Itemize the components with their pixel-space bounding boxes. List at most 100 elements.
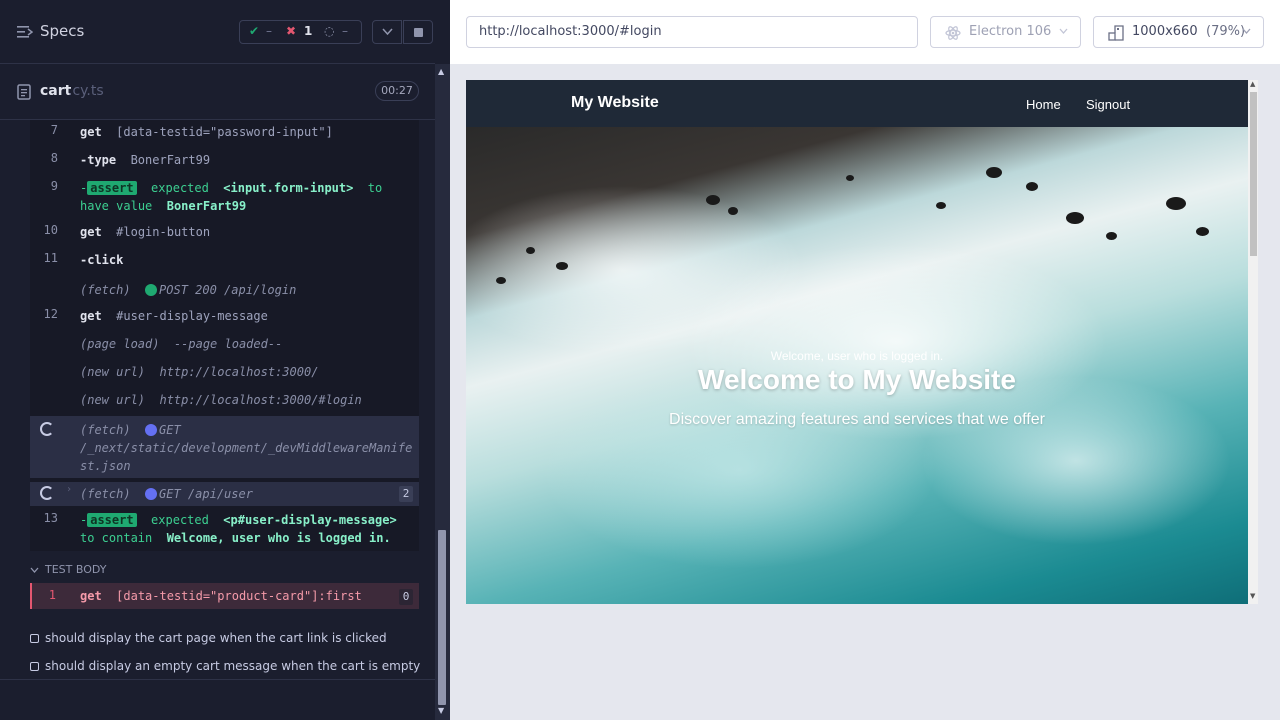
event-detail: GET /api/user — [159, 487, 253, 501]
command-row[interactable]: 10 get #login-button — [30, 223, 419, 243]
assert-command-row[interactable]: 13 - assert expected <p#user-display-mess… — [30, 511, 419, 549]
command-row[interactable]: 11 -click — [30, 251, 419, 271]
fetch-log-row[interactable]: (fetch) POST 200 /api/login — [30, 281, 419, 301]
event-type: (new url) — [80, 393, 146, 407]
preview-toolbar: http://localhost:3000/#login Electron 10… — [450, 0, 1280, 64]
site-navbar: My Website Home Signout — [466, 80, 1248, 127]
event-type: (fetch) — [80, 487, 131, 501]
assert-text: value — [116, 199, 153, 213]
site-brand[interactable]: My Website — [571, 94, 659, 112]
expand-collapse-button[interactable] — [372, 20, 402, 44]
rock — [1066, 212, 1084, 224]
command-arg: [data-testid="product-card"]:first — [116, 589, 362, 603]
event-log-row[interactable]: (new url) http://localhost:3000/#login — [30, 391, 419, 411]
status-dot-icon — [145, 284, 158, 296]
command-name: get — [80, 125, 102, 139]
app-scrollbar[interactable]: ▲ ▼ — [1248, 80, 1258, 604]
assert-command-row[interactable]: 9 - assert expected <input.form-input> to… — [30, 179, 419, 217]
check-icon: ✔ — [249, 24, 260, 38]
command-arg: #user-display-message — [116, 309, 268, 323]
event-type: (fetch) — [80, 283, 131, 297]
command-row[interactable]: 8 -type BonerFart99 — [30, 151, 419, 171]
event-log-row[interactable]: (new url) http://localhost:3000/ — [30, 363, 419, 383]
command-arg: #login-button — [116, 225, 211, 239]
rock — [728, 207, 738, 215]
rock — [1026, 182, 1038, 191]
rock — [706, 195, 720, 205]
rock — [496, 277, 506, 284]
rock — [986, 167, 1002, 178]
event-log-row[interactable]: (page load) --page loaded-- — [30, 335, 419, 355]
application-under-test: My Website Home Signout Welcome, user wh… — [466, 80, 1248, 604]
failing-command-row[interactable]: 1 get [data-testid="product-card"]:first… — [30, 583, 419, 609]
test-title: should display an empty cart message whe… — [45, 659, 421, 673]
event-type: (page load) — [80, 337, 160, 351]
command-row[interactable]: 7 get [data-testid="password-input"] — [30, 123, 419, 143]
assert-text: to contain — [80, 531, 153, 545]
zoom-level: (79%) — [1206, 24, 1246, 39]
test-item[interactable]: should display an empty cart message whe… — [30, 659, 420, 673]
pending-fetch-row[interactable]: › (fetch) GET /api/user 2 — [30, 482, 419, 506]
reporter-scrollbar[interactable]: ▲ ▼ — [435, 64, 450, 720]
spec-file-ext: .cy.ts — [68, 83, 104, 99]
nav-link-signout[interactable]: Signout — [1086, 97, 1130, 112]
request-count-badge: 2 — [399, 486, 413, 502]
event-detail: http://localhost:3000/ — [159, 365, 319, 379]
browser-select[interactable]: Electron 106 — [930, 16, 1081, 48]
viewport-size: 1000x660 — [1132, 24, 1198, 39]
pending-count: – — [342, 24, 348, 38]
test-body-toggle[interactable]: TEST BODY — [30, 563, 106, 576]
test-body-label: TEST BODY — [45, 563, 107, 576]
event-detail: /_next/static/development/_devMiddleware… — [80, 441, 413, 455]
chevron-down-icon — [1059, 28, 1068, 34]
pending-fetch-row[interactable]: (fetch) GET /_next/static/development/_de… — [30, 416, 419, 478]
hero-title: Welcome to My Website — [698, 364, 1016, 395]
viewport-select[interactable]: 1000x660 (79%) — [1093, 16, 1264, 48]
scroll-up-icon[interactable]: ▲ — [1250, 80, 1255, 88]
scrollbar-thumb[interactable] — [1250, 92, 1257, 256]
document-icon — [17, 84, 31, 100]
rock — [936, 202, 946, 209]
scroll-up-icon[interactable]: ▲ — [438, 67, 444, 76]
scrollbar-thumb[interactable] — [438, 530, 446, 705]
specs-label[interactable]: Specs — [40, 22, 84, 40]
event-detail: --page loaded-- — [173, 337, 283, 351]
command-name: get — [80, 225, 102, 239]
command-number: 12 — [43, 307, 58, 321]
rock — [1106, 232, 1117, 240]
count-badge: 0 — [399, 589, 413, 605]
url-bar[interactable]: http://localhost:3000/#login — [466, 16, 918, 48]
event-detail: POST 200 /api/login — [159, 283, 297, 297]
spec-file-header: cart .cy.ts 00:27 — [0, 64, 435, 120]
command-number: 1 — [48, 588, 56, 602]
command-number: 13 — [43, 511, 58, 525]
app-preview-panel: http://localhost:3000/#login Electron 10… — [450, 0, 1280, 720]
passed-count: – — [266, 24, 272, 38]
chevron-down-icon — [1242, 28, 1251, 34]
event-type: (fetch) — [80, 423, 131, 437]
status-dot-icon — [145, 488, 158, 500]
rock — [526, 247, 535, 254]
command-row[interactable]: 12 get #user-display-message — [30, 307, 419, 327]
test-item[interactable]: should display the cart page when the ca… — [30, 631, 387, 645]
stop-icon — [414, 28, 423, 37]
assert-subject: <p#user-display-message> — [223, 513, 397, 527]
loading-spinner-icon — [40, 486, 54, 500]
command-log: 7 get [data-testid="password-input"] 8 -… — [30, 120, 419, 551]
scroll-down-icon[interactable]: ▼ — [438, 706, 444, 715]
command-name: -type — [80, 153, 117, 167]
command-number: 9 — [50, 179, 58, 193]
command-name: get — [80, 309, 102, 323]
specs-list-icon[interactable] — [17, 25, 33, 39]
failed-count: 1 — [304, 24, 313, 38]
scroll-down-icon[interactable]: ▼ — [1250, 592, 1255, 600]
command-arg: [data-testid="password-input"] — [116, 125, 333, 139]
stop-button[interactable] — [403, 20, 433, 44]
chevron-right-icon[interactable]: › — [66, 484, 72, 495]
command-name: -click — [80, 253, 124, 267]
assert-badge: assert — [87, 181, 137, 195]
cross-icon: ✖ — [286, 24, 297, 38]
nav-link-home[interactable]: Home — [1026, 97, 1061, 112]
rock — [556, 262, 568, 270]
reporter-panel: Specs ✔ – ✖ 1 ◌ – cart .cy.ts 00:27 7 ge… — [0, 0, 450, 720]
